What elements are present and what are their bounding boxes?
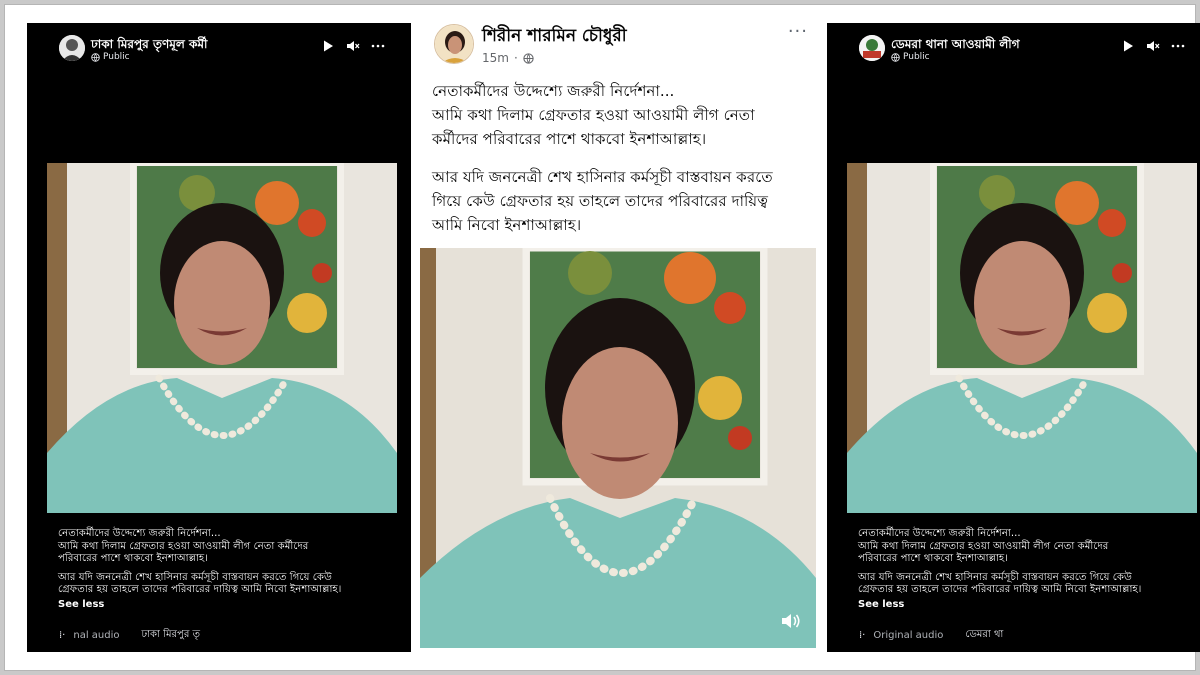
audio-attribution[interactable]: ⁞· nal audio ঢাকা মিরপুর তৃ (59, 627, 200, 644)
caption-line: আর যদি জননেত্রী শেখ হাসিনার কর্মসূচী বাস… (58, 571, 332, 583)
see-less-link[interactable]: See less (58, 599, 398, 612)
audio-attribution[interactable]: ⁞· Original audio ডেমরা থা (859, 627, 1003, 644)
reel-header: ঢাকা মিরপুর তৃণমূল কর্মী Public (27, 23, 411, 73)
caption-line: আমি কথা দিলাম গ্রেফতার হওয়া আওয়ামী লীগ… (58, 540, 309, 552)
caption-line: পরিবারের পাশে থাকবো ইনশাআল্লাহ। (58, 553, 208, 564)
post-line: আমি নিবো ইনশাআল্লাহ। (432, 216, 582, 234)
globe-icon (891, 52, 900, 62)
caption-line: পরিবারের পাশে থাকবো ইনশাআল্লাহ। (858, 553, 1008, 564)
audience-label: Public (91, 52, 130, 62)
more-options-icon[interactable] (1171, 39, 1185, 53)
reel-caption: নেতাকর্মীদের উদ্দেশ্যে জরুরী নির্দেশনা..… (858, 528, 1198, 611)
audience-label: Public (891, 52, 930, 62)
page-avatar[interactable] (859, 35, 885, 61)
audio-label: Original audio (873, 630, 944, 641)
dot-separator: · (513, 51, 518, 65)
reel-controls (1121, 39, 1185, 53)
page-avatar[interactable] (59, 35, 85, 61)
audio-label: nal audio (73, 630, 120, 641)
author-avatar[interactable] (434, 24, 474, 64)
facebook-post-card: শিরীন শারমিন চৌধুরী 15m · ··· নেতাকর্মীদ… (414, 13, 820, 653)
reel-caption: নেতাকর্মীদের উদ্দেশ্যে জরুরী নির্দেশনা..… (58, 528, 398, 611)
post-line: আমি কথা দিলাম গ্রেফতার হওয়া আওয়ামী লীগ… (432, 106, 755, 124)
reel-video[interactable] (847, 163, 1197, 513)
reel-video[interactable] (47, 163, 397, 513)
caption-line: আমি কথা দিলাম গ্রেফতার হওয়া আওয়ামী লীগ… (858, 540, 1109, 552)
play-icon[interactable] (1121, 39, 1135, 53)
audio-page-name: ডেমরা থা (965, 629, 1004, 640)
reel-header: ডেমরা থানা আওয়ামী লীগ Public (827, 23, 1200, 73)
reel-controls (321, 39, 385, 53)
mute-icon[interactable] (346, 39, 360, 53)
left-reel-card: ঢাকা মিরপুর তৃণমূল কর্মী Public নেতাকর্ম… (27, 23, 411, 652)
more-options-icon[interactable]: ··· (788, 21, 808, 42)
post-line: কর্মীদের পরিবারের পাশে থাকবো ইনশাআল্লাহ। (432, 130, 707, 148)
volume-icon[interactable] (780, 610, 802, 632)
more-options-icon[interactable] (371, 39, 385, 53)
audience-text: Public (903, 52, 930, 62)
audio-wave-icon: ⁞· (859, 630, 866, 641)
post-line: গিয়ে কেউ গ্রেফতার হয় তাহলে তাদের পরিবা… (432, 192, 769, 210)
post-text: নেতাকর্মীদের উদ্দেশ্যে জরুরী নির্দেশনা..… (432, 79, 817, 237)
caption-line: আর যদি জননেত্রী শেখ হাসিনার কর্মসূচী বাস… (858, 571, 1132, 583)
audio-wave-icon: ⁞· (59, 630, 66, 641)
right-reel-card: ডেমরা থানা আওয়ামী লীগ Public নেতাকর্মীদ… (827, 23, 1200, 652)
audience-text: Public (103, 52, 130, 62)
mute-icon[interactable] (1146, 39, 1160, 53)
caption-line: নেতাকর্মীদের উদ্দেশ্যে জরুরী নির্দেশনা..… (858, 528, 1021, 539)
caption-line: গ্রেফতার হয় তাহলে তাদের পরিবারের দায়িত… (858, 584, 1142, 595)
post-line: আর যদি জননেত্রী শেখ হাসিনার কর্মসূচী বাস… (432, 168, 773, 186)
see-less-link[interactable]: See less (858, 599, 1198, 612)
caption-line: গ্রেফতার হয় তাহলে তাদের পরিবারের দায়িত… (58, 584, 342, 595)
author-name[interactable]: শিরীন শারমিন চৌধুরী (482, 23, 627, 51)
post-timestamp[interactable]: 15m (482, 51, 509, 65)
post-line: নেতাকর্মীদের উদ্দেশ্যে জরুরী নির্দেশনা..… (432, 82, 675, 100)
post-meta: 15m · (482, 51, 534, 65)
post-video[interactable] (420, 248, 816, 648)
audio-page-name: ঢাকা মিরপুর তৃ (141, 629, 201, 640)
globe-icon (523, 52, 534, 64)
caption-line: নেতাকর্মীদের উদ্দেশ্যে জরুরী নির্দেশনা..… (58, 528, 221, 539)
play-icon[interactable] (321, 39, 335, 53)
globe-icon (91, 52, 100, 62)
